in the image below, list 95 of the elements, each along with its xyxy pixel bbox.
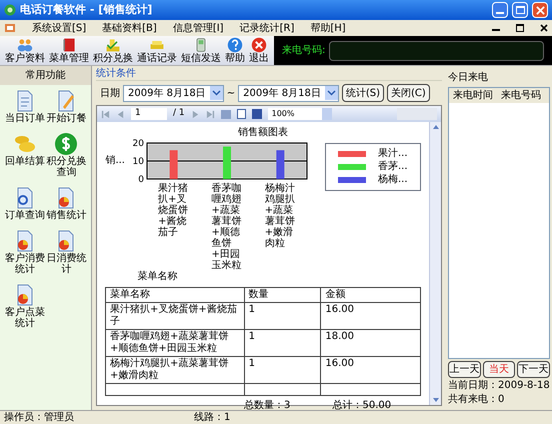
sidebar-item[interactable]: 销售统计 [46, 186, 87, 221]
page-layout-icon[interactable] [236, 109, 246, 119]
date-picker[interactable]: 2009年 8月18日 [238, 84, 339, 102]
call-count: 共有来电：0 [448, 394, 506, 406]
zoom-select[interactable]: 100% [268, 108, 332, 120]
ingot-check-icon [105, 37, 121, 53]
mdi-close-icon[interactable] [540, 24, 548, 32]
sidebar-item[interactable]: 客户点菜统计 [4, 283, 46, 329]
toolbar-button[interactable]: 短信发送 [180, 37, 222, 64]
legend-label: 香茅... [378, 161, 408, 173]
category-label: 果汁猪扒+叉烧蛋饼+酱烧茄子 [158, 183, 190, 240]
group-title: 统计条件 [96, 68, 442, 81]
toolbar-button[interactable]: 菜单管理 [48, 37, 90, 64]
minimize-button[interactable] [492, 2, 508, 18]
table-cell: 1 [244, 330, 321, 356]
menu-item[interactable]: 帮助[H] [310, 20, 346, 36]
last-page-icon[interactable] [206, 110, 215, 118]
column-header: 金额 [320, 288, 420, 302]
scroll-up-icon[interactable] [432, 124, 440, 130]
sidebar-item[interactable]: 开始订餐 [46, 89, 87, 124]
column-header: 数量 [244, 288, 321, 302]
toolbar-button[interactable]: 退出 [248, 37, 270, 64]
bar [223, 146, 231, 179]
page-total: / 1 [173, 107, 185, 120]
menu-item[interactable]: 信息管理[I] [172, 20, 224, 36]
people-icon [17, 37, 33, 53]
y-tick-label: 20 [132, 139, 144, 149]
table-cell: 1 [244, 356, 321, 384]
sidebar-item[interactable]: 当日订单 [4, 89, 46, 124]
action-button[interactable]: 关闭(C) [386, 84, 430, 102]
dollar-icon [54, 132, 78, 156]
sidebar-item[interactable]: 回单结算 [4, 132, 46, 178]
window-title: 电话订餐软件 - [销售统计] [20, 2, 154, 18]
legend-label: 果汁... [378, 148, 408, 160]
status-text: 操作员：管理员 [4, 411, 75, 424]
menu-item[interactable]: 系统设置[S] [32, 20, 86, 36]
toolbar-button[interactable]: 积分兑换 [92, 37, 134, 64]
menu-item[interactable]: 记录统计[R] [240, 20, 294, 36]
close-button[interactable] [532, 2, 548, 18]
sidebar-item[interactable]: 日消费统计 [46, 229, 87, 275]
scroll-down-icon[interactable] [432, 397, 440, 403]
day-button[interactable]: 下一天 [517, 361, 550, 378]
book-icon [61, 37, 77, 53]
close-icon [536, 6, 544, 14]
form-icon [4, 22, 16, 34]
action-button[interactable]: 统计(S) [342, 84, 384, 102]
date-label: 日期 [100, 86, 120, 100]
toolbar-button[interactable]: 帮助 [224, 37, 246, 64]
table-cell: 香茅咖喱鸡翅+蔬菜薯茸饼+顺德鱼饼+田园玉米粒 [106, 330, 244, 356]
table-cell: 16.00 [320, 356, 420, 384]
app-icon [4, 4, 16, 16]
table-cell: 杨梅汁鸡腿扒+蔬菜薯茸饼+嫩滑肉粒 [106, 356, 244, 384]
column-header[interactable]: 来电时间 [453, 88, 493, 103]
sidebar-item[interactable]: 客户消费统计 [4, 229, 46, 275]
sidebar-item[interactable]: 积分兑换查询 [46, 132, 87, 178]
category-label: 杨梅汁鸡腿扒+蔬菜薯茸饼+嫩滑肉粒 [264, 183, 296, 251]
current-date: 当前日期：2009-8-18 [448, 380, 550, 392]
total-quantity: 总数量：3 [244, 400, 292, 412]
day-button[interactable]: 上一天 [448, 361, 481, 378]
status-text: 线路：1 [194, 410, 230, 424]
mdi-restore-icon[interactable] [516, 24, 524, 32]
x-axis-label: 菜单名称 [137, 271, 178, 283]
find-field[interactable] [397, 108, 437, 120]
close-icon [251, 37, 267, 53]
toolbar-button[interactable]: 客户资料 [4, 37, 46, 64]
sidebar-item[interactable]: 订单查询 [4, 186, 46, 221]
previous-page-icon[interactable] [116, 110, 125, 118]
total-amount: 总计：50.00 [332, 400, 392, 412]
help-icon [227, 37, 243, 53]
page-field[interactable]: 1 [131, 108, 167, 120]
bar [170, 150, 178, 179]
column-header[interactable]: 来电号码 [501, 88, 541, 103]
toolbar-button[interactable]: 通话记录 [136, 37, 178, 64]
next-page-icon[interactable] [190, 110, 200, 118]
y-tick-label: 0 [138, 175, 144, 185]
range-separator: ~ [226, 86, 236, 100]
column-header: 菜单名称 [106, 288, 244, 302]
table-cell: 1 [244, 302, 321, 330]
maximize-button[interactable] [512, 2, 528, 18]
day-button[interactable]: 当天 [482, 361, 516, 378]
caller-label: 来电号码: [282, 44, 326, 58]
vertical-scrollbar[interactable] [429, 122, 441, 405]
legend-label: 杨梅... [378, 174, 408, 186]
date-picker[interactable]: 2009年 8月18日 [123, 84, 224, 102]
table-cell: 果汁猪扒+叉烧蛋饼+酱烧茄子 [106, 302, 244, 330]
panel-title: 今日来电 [448, 70, 489, 85]
category-label: 香茅咖喱鸡翅+蔬菜薯茸饼+顺德鱼饼+田园玉米粒 [211, 183, 242, 271]
first-page-icon[interactable] [101, 110, 110, 118]
menu-item[interactable]: 基础资料[B] [102, 20, 157, 36]
sidebar-title: 常用功能 [0, 66, 91, 85]
y-tick-label: 10 [132, 157, 144, 167]
chart-title: 销售额图表 [238, 126, 288, 139]
table-cell: 18.00 [320, 330, 420, 356]
table-cell: 16.00 [320, 302, 420, 330]
y-axis-label: 销... [105, 155, 125, 167]
